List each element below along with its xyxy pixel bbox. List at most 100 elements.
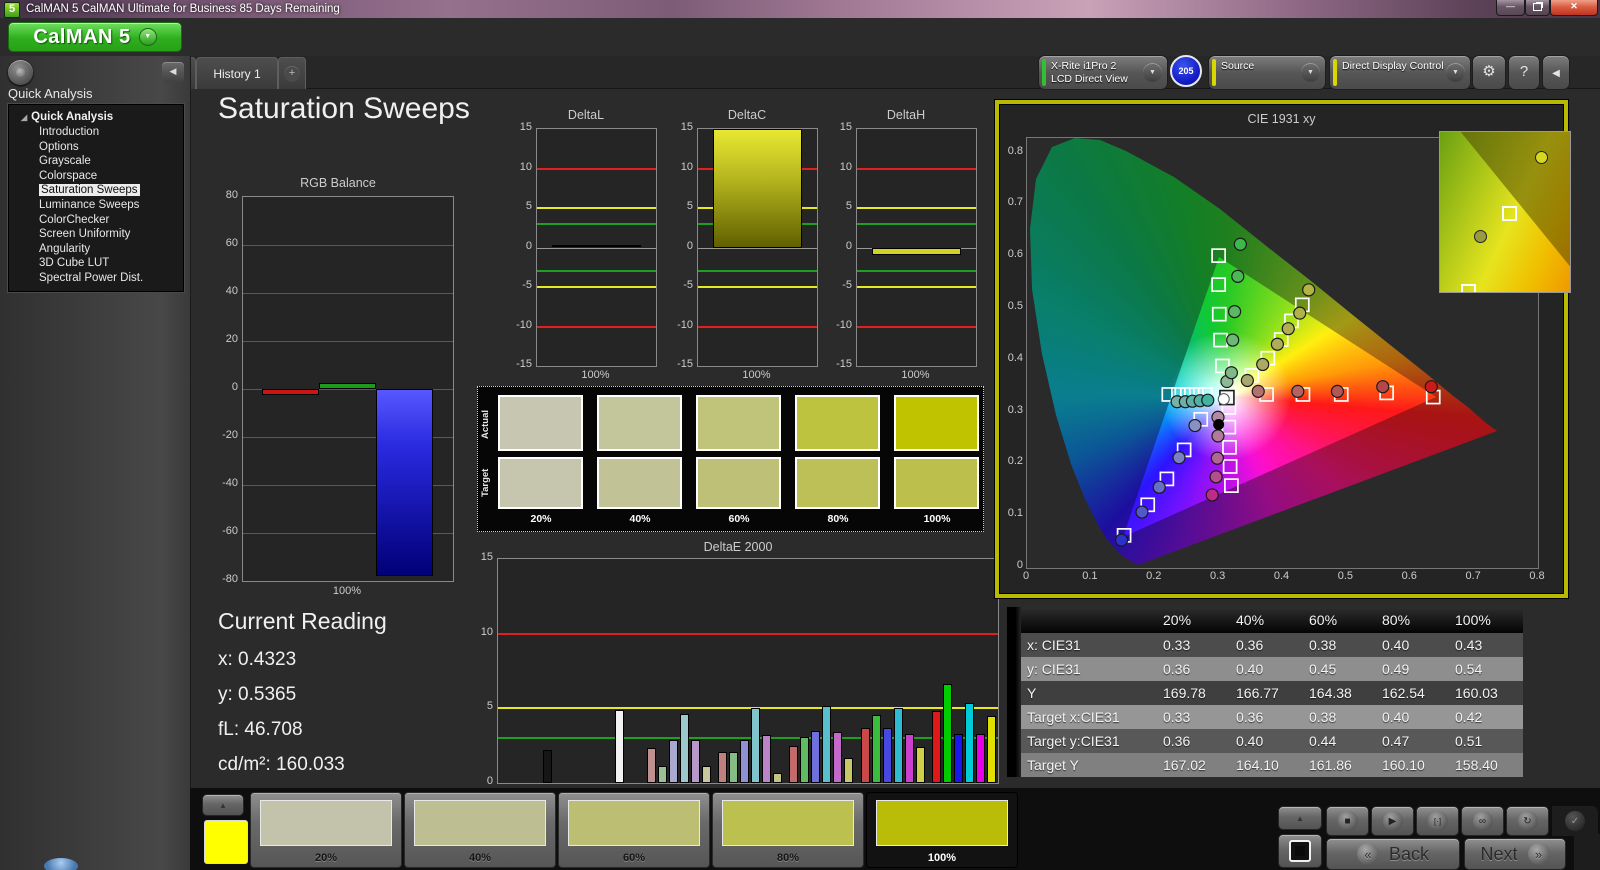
decor: 0.1: [1082, 570, 1098, 582]
blue-bar: [376, 389, 433, 577]
pattern-button-80%[interactable]: 80%: [712, 792, 864, 868]
sidebar-collapse-button[interactable]: ◀: [162, 62, 184, 82]
single-measure-button[interactable]: [·]: [1416, 806, 1459, 836]
swatch-column-label: 100%: [923, 513, 951, 525]
pattern-chip: [568, 800, 700, 846]
play-button[interactable]: ▶: [1371, 806, 1414, 836]
deltae-bar: [762, 735, 771, 783]
meter-dropdown[interactable]: X-Rite i1Pro 2 LCD Direct View ▼: [1038, 55, 1168, 90]
table-cell: 0.38: [1309, 709, 1337, 725]
decor: 15: [839, 121, 852, 133]
refresh-button[interactable]: ↻: [1506, 806, 1549, 836]
restore-button[interactable]: [1525, 0, 1550, 16]
decor: -15: [677, 358, 693, 370]
pattern-button-60%[interactable]: 60%: [558, 792, 710, 868]
decor: -10: [677, 318, 693, 331]
table-cell: 0.36: [1163, 733, 1191, 749]
deltae-bar: [811, 730, 821, 783]
decor: 0.2: [1146, 570, 1162, 582]
red-bar: [262, 389, 319, 395]
table-cell: 162.54: [1382, 685, 1425, 701]
calman-window: 5 CalMAN 5 CalMAN Ultimate for Business …: [0, 0, 1600, 870]
deltae-bar: [822, 706, 832, 783]
swatch-column-label: 80%: [827, 513, 849, 525]
pattern-panel-expand-button[interactable]: ▲: [202, 794, 244, 816]
table-row: Y 169.78 166.77 164.38 162.54 160.03: [1007, 681, 1523, 705]
chart-title: CIE 1931 xy: [1247, 112, 1316, 126]
sidebar-item-saturation-sweeps[interactable]: Saturation Sweeps: [9, 183, 183, 198]
minimize-button[interactable]: —: [1496, 0, 1525, 16]
app-icon: 5: [4, 1, 20, 18]
control-panel-expand-button[interactable]: ▲: [1278, 806, 1322, 830]
next-label: Next: [1480, 843, 1518, 864]
pattern-button-40%[interactable]: 40%: [404, 792, 556, 868]
table-cell: 0.43: [1455, 637, 1483, 653]
help-button[interactable]: ?: [1508, 55, 1540, 90]
deltae-bar: [954, 733, 964, 783]
decor: [243, 245, 453, 246]
table-row: y: CIE31 0.36 0.40 0.45 0.49 0.54: [1007, 657, 1523, 681]
stop-button[interactable]: ■: [1326, 806, 1369, 836]
pattern-bar: ▲ 20% 40% 60% 80% 100% ▲ ■ ▶ [·] ∞ ↻ ✓ « Bac…: [190, 788, 1600, 870]
decor: 40: [225, 285, 238, 297]
settings-button[interactable]: ⚙: [1472, 55, 1506, 90]
record-button[interactable]: [8, 60, 33, 85]
source-dropdown[interactable]: Source ▼: [1208, 55, 1326, 90]
deltae-bar: [657, 765, 667, 783]
collapse-right-button[interactable]: ◀: [1542, 55, 1570, 90]
sidebar-item-options[interactable]: Options: [9, 140, 183, 155]
decor: 15: [480, 551, 493, 563]
sidebar-item-luminance-sweeps[interactable]: Luminance Sweeps: [9, 198, 183, 213]
pattern-button-20%[interactable]: 20%: [250, 792, 402, 868]
sidebar-item-spectral-power-dist-[interactable]: Spectral Power Dist.: [9, 271, 183, 286]
reference-line: [537, 207, 656, 209]
deltae-bar: [860, 727, 870, 783]
delta-c-chart: DeltaC 100% -15 -10 -5 0 5 10 15: [671, 108, 823, 390]
add-tab-button[interactable]: +: [278, 57, 306, 89]
reference-line: [857, 270, 976, 273]
pattern-label: 60%: [622, 852, 646, 864]
logo-text: CalMAN 5: [33, 25, 131, 48]
deltae-bar: [614, 709, 624, 783]
tree-root[interactable]: ◢ Quick Analysis: [9, 110, 183, 125]
delta-bar: [552, 245, 641, 248]
tab-history-1[interactable]: History 1: [196, 57, 278, 89]
current-pattern-swatch: [204, 820, 248, 864]
table-cell: 0.33: [1163, 637, 1191, 653]
sidebar-item-3d-cube-lut[interactable]: 3D Cube LUT: [9, 256, 183, 271]
back-button[interactable]: « Back: [1326, 838, 1460, 870]
cie-1931-chart[interactable]: CIE 1931 xy 0 0.1 0.2 0.3 0.4 0.5 0.6 0.7 0.8 0 0.…: [995, 100, 1571, 598]
pattern-button-100%[interactable]: 100%: [866, 792, 1018, 868]
reading-cdm2: cd/m²: 160.033: [218, 754, 345, 775]
sidebar-item-angularity[interactable]: Angularity: [9, 242, 183, 257]
deltae-bar: [729, 751, 738, 783]
sidebar-header: Quick Analysis: [8, 86, 93, 101]
display-control-status-strip: [1333, 59, 1337, 86]
continuous-measure-button[interactable]: ∞: [1461, 806, 1504, 836]
sidebar-item-screen-uniformity[interactable]: Screen Uniformity: [9, 227, 183, 242]
delta-l-chart: DeltaL 100% -15 -10 -5 0 5 10 15: [510, 108, 662, 390]
display-control-dropdown[interactable]: Direct Display Control ▼: [1329, 55, 1471, 90]
calman-logo-menu[interactable]: CalMAN 5 ▼: [8, 22, 182, 52]
table-cell: 160.03: [1455, 685, 1498, 701]
accept-button[interactable]: ✓: [1552, 806, 1598, 836]
delta-l-plot: [536, 128, 657, 367]
source-status-strip: [1212, 59, 1216, 86]
reference-line: [698, 270, 817, 273]
pattern-window-button[interactable]: [1278, 834, 1322, 868]
decor: -5: [842, 279, 852, 291]
sidebar-item-colorchecker[interactable]: ColorChecker: [9, 213, 183, 228]
close-button[interactable]: ✕: [1550, 0, 1598, 16]
target-point: [1460, 284, 1476, 292]
table-cell: 161.86: [1309, 757, 1352, 773]
sidebar-item-colorspace[interactable]: Colorspace: [9, 169, 183, 184]
table-cell: 0.45: [1309, 661, 1337, 677]
deltae-bar: [893, 708, 903, 783]
table-row: Target x:CIE31 0.33 0.36 0.38 0.40 0.42: [1007, 705, 1523, 729]
next-button[interactable]: Next »: [1464, 838, 1566, 870]
sidebar-item-introduction[interactable]: Introduction: [9, 125, 183, 140]
decor: 10: [839, 160, 852, 173]
measure-icon: [·]: [1427, 811, 1448, 831]
table-cell: 0.44: [1309, 733, 1337, 749]
sidebar-item-grayscale[interactable]: Grayscale: [9, 154, 183, 169]
